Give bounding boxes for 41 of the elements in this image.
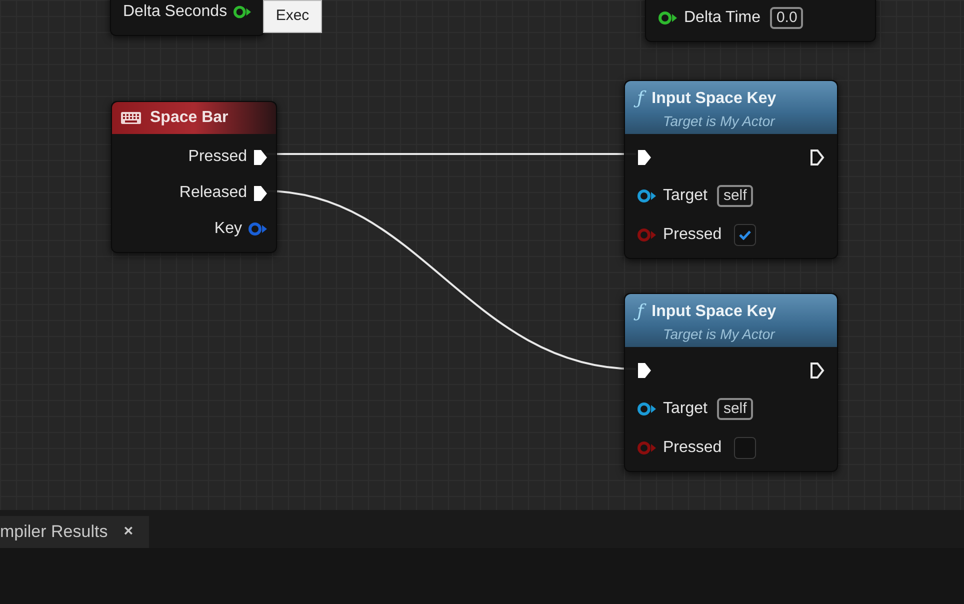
pin-icon[interactable] — [637, 402, 657, 416]
graph-node[interactable]: Delta Time 0.0 — [645, 0, 876, 42]
value-field[interactable]: self — [717, 185, 753, 207]
close-icon[interactable]: × — [124, 520, 134, 544]
panel-tab[interactable]: mpiler Results × — [0, 516, 150, 548]
node-title: Space Bar — [150, 108, 228, 128]
exec-tooltip: Exec — [263, 0, 322, 33]
exec-pin-icon[interactable] — [253, 148, 268, 166]
pin-label: Target — [663, 399, 708, 419]
pin-icon[interactable] — [637, 189, 657, 203]
graph-node[interactable]: ƒ Input Space Key Target is My Actor Target self Pressed — [624, 293, 838, 472]
check-icon — [738, 230, 751, 240]
node-title: Input Space Key — [652, 89, 776, 109]
pin-label: Pressed — [663, 225, 722, 245]
node-title: Input Space Key — [652, 302, 776, 322]
graph-node[interactable]: Delta Seconds — [110, 0, 265, 36]
pin-label: Delta Time — [684, 8, 760, 28]
pin-icon[interactable] — [248, 222, 268, 236]
pin-label: Target — [663, 186, 708, 206]
exec-pin-icon[interactable] — [253, 184, 268, 202]
graph-node[interactable]: ƒ Input Space Key Target is My Actor Target self Pressed — [624, 80, 838, 259]
graph-node[interactable]: Space Bar Pressed Released Key — [111, 101, 277, 253]
pin-icon[interactable] — [658, 11, 678, 25]
exec-pin-icon[interactable] — [637, 362, 652, 378]
exec-pin-icon[interactable] — [810, 148, 825, 166]
node-subtitle: Target is My Actor — [663, 112, 776, 131]
value-field[interactable]: self — [717, 398, 753, 420]
checkbox[interactable] — [734, 437, 756, 459]
tab-label: mpiler Results — [0, 521, 108, 544]
pin-icon[interactable] — [233, 5, 252, 19]
exec-pin-icon[interactable] — [810, 362, 825, 378]
pin-label: Key — [214, 219, 242, 239]
exec-pin-icon[interactable] — [637, 148, 652, 166]
checkbox[interactable] — [734, 224, 756, 246]
pin-label: Released — [179, 183, 247, 203]
value-field[interactable]: 0.0 — [770, 7, 804, 29]
node-subtitle: Target is My Actor — [663, 325, 776, 344]
pin-label: Delta Seconds — [123, 2, 228, 22]
pin-label: Pressed — [663, 438, 722, 458]
pin-label: Pressed — [188, 147, 247, 167]
keyboard-icon — [120, 111, 142, 125]
